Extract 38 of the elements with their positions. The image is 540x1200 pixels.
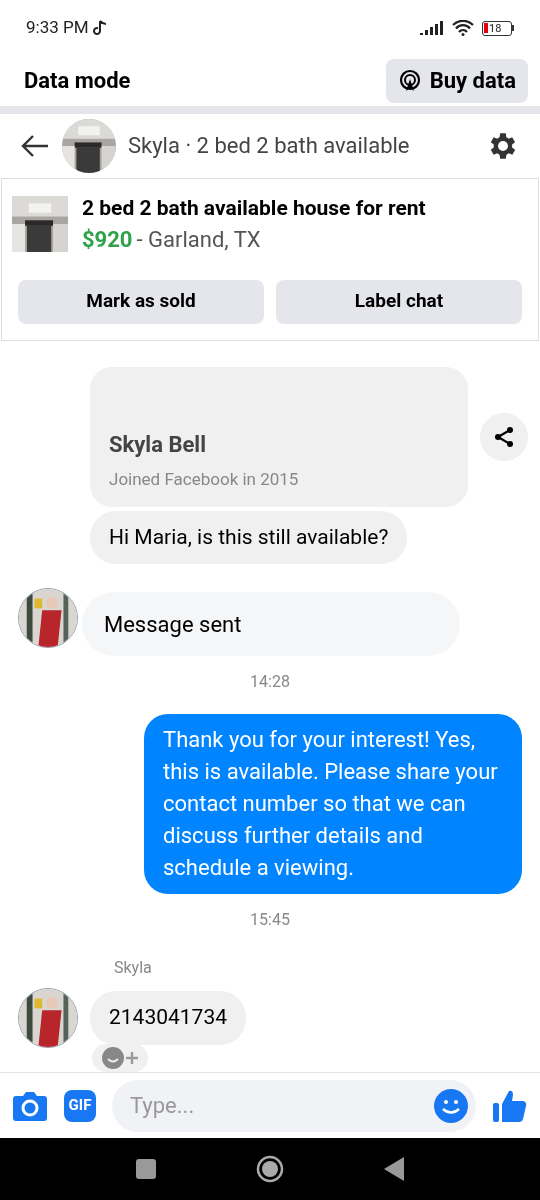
timestamp: 14:28 xyxy=(250,671,290,694)
data-mode-title: Data mode xyxy=(24,67,131,96)
gif-label: GIF xyxy=(68,1095,92,1117)
profile-subtitle: Joined Facebook in 2015 xyxy=(109,468,300,492)
message-bubble: 2143041734 xyxy=(90,991,247,1045)
back-icon[interactable] xyxy=(384,1156,404,1181)
wifi-icon xyxy=(452,20,474,37)
status-time: 9:33 PM xyxy=(26,16,89,40)
buy-data-button[interactable]: Buy data xyxy=(385,58,528,103)
add-reaction-button[interactable] xyxy=(92,1044,148,1073)
emoji-icon[interactable] xyxy=(434,1088,468,1123)
message-bubble: Thank you for your interest! Yes, this is available. Please share your contact number so that we can discuss further details and schedule a viewing. xyxy=(144,714,522,895)
plus-icon xyxy=(126,1052,138,1065)
gif-button[interactable]: GIF xyxy=(64,1089,96,1122)
music-note-icon xyxy=(92,20,107,37)
camera-icon[interactable] xyxy=(12,1089,48,1122)
back-arrow-icon[interactable] xyxy=(20,133,50,158)
signal-icon xyxy=(420,21,444,36)
listing-action-button[interactable]: Label chat xyxy=(276,279,522,324)
status-bubble: Message sent xyxy=(82,592,460,657)
message-input[interactable]: Type... xyxy=(130,1089,434,1123)
listing-title: 2 bed 2 bath available house for rent xyxy=(82,194,426,222)
smiley-icon xyxy=(102,1047,124,1070)
message-bubble: Hi Maria, is this still available? xyxy=(90,510,408,565)
share-button[interactable] xyxy=(480,412,528,461)
sender-name: Skyla xyxy=(114,957,153,980)
listing-action-button[interactable]: Mark as sold xyxy=(18,279,264,324)
share-icon xyxy=(492,424,516,449)
broadcast-icon xyxy=(397,68,422,93)
timestamp: 15:45 xyxy=(250,909,290,932)
profile-name: Skyla Bell xyxy=(109,431,207,460)
message-field[interactable]: Type... xyxy=(112,1079,476,1132)
battery-level: 18 xyxy=(489,22,502,34)
home-icon[interactable] xyxy=(256,1154,284,1183)
listing-location: - Garland, TX xyxy=(136,225,261,254)
listing-price: $920 xyxy=(82,225,133,254)
recents-icon[interactable] xyxy=(136,1158,156,1179)
chat-title: Skyla · 2 bed 2 bath available xyxy=(128,132,411,161)
